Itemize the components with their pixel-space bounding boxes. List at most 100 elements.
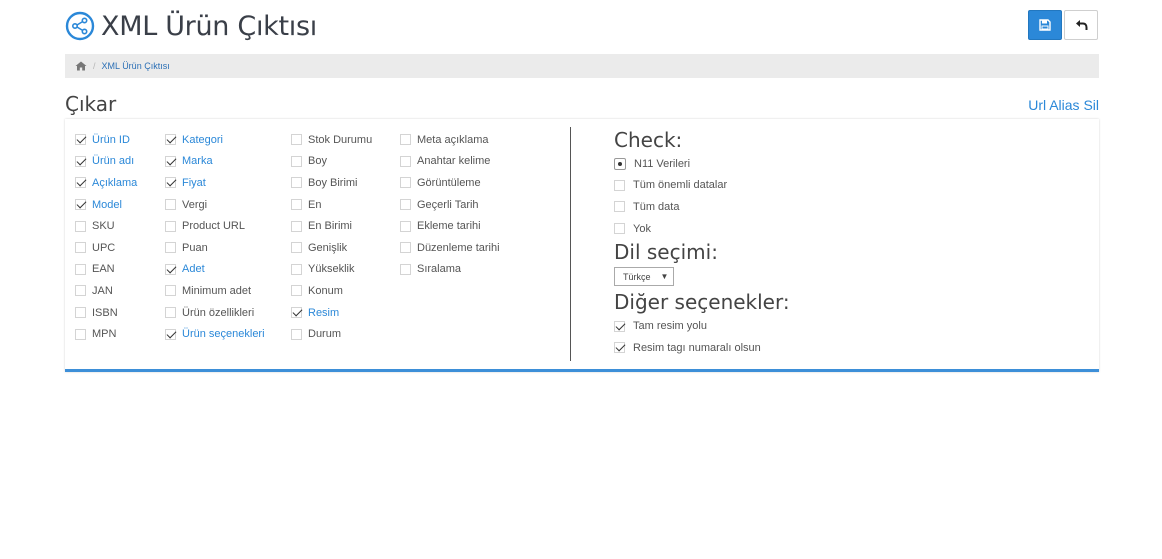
field-option[interactable]: Meta açıklama <box>400 129 500 151</box>
field-option[interactable]: Görüntüleme <box>400 172 500 194</box>
field-checkbox[interactable] <box>400 221 411 232</box>
field-option[interactable]: Kategori <box>165 129 265 151</box>
field-checkbox[interactable] <box>400 134 411 145</box>
field-option[interactable]: Sıralama <box>400 259 500 281</box>
field-option[interactable]: Geçerli Tarih <box>400 194 500 216</box>
field-option[interactable]: ISBN <box>75 302 137 324</box>
field-checkbox[interactable] <box>75 285 86 296</box>
field-checkbox[interactable] <box>165 177 176 188</box>
check-title: Check: <box>614 127 790 153</box>
field-checkbox[interactable] <box>165 285 176 296</box>
field-checkbox[interactable] <box>291 156 302 167</box>
field-option[interactable]: En Birimi <box>291 215 372 237</box>
breadcrumb-current[interactable]: XML Ürün Çıktısı <box>102 61 170 71</box>
field-checkbox[interactable] <box>75 264 86 275</box>
home-icon[interactable] <box>75 61 87 71</box>
field-option[interactable]: Minimum adet <box>165 280 265 302</box>
field-option[interactable]: Açıklama <box>75 172 137 194</box>
field-option[interactable]: Boy <box>291 151 372 173</box>
field-option[interactable]: JAN <box>75 280 137 302</box>
other-option-checkbox[interactable] <box>614 321 625 332</box>
field-checkbox[interactable] <box>165 264 176 275</box>
field-checkbox[interactable] <box>165 307 176 318</box>
field-checkbox[interactable] <box>165 329 176 340</box>
other-option-checkbox[interactable] <box>614 342 625 353</box>
field-option[interactable]: Model <box>75 194 137 216</box>
field-option[interactable]: Puan <box>165 237 265 259</box>
radio-unselected[interactable] <box>614 223 625 234</box>
field-option[interactable]: Ürün ID <box>75 129 137 151</box>
field-option[interactable]: UPC <box>75 237 137 259</box>
save-button[interactable] <box>1028 10 1062 40</box>
other-option-label: Tam resim yolu <box>633 320 707 332</box>
field-option[interactable]: Düzenleme tarihi <box>400 237 500 259</box>
field-option[interactable]: Stok Durumu <box>291 129 372 151</box>
field-checkbox[interactable] <box>400 242 411 253</box>
field-option[interactable]: Ürün adı <box>75 151 137 173</box>
field-checkbox[interactable] <box>291 221 302 232</box>
url-alias-delete-link[interactable]: Url Alias Sil <box>1028 97 1099 113</box>
field-checkbox[interactable] <box>75 134 86 145</box>
check-option[interactable]: Tüm önemli datalar <box>614 175 790 197</box>
field-option[interactable]: Boy Birimi <box>291 172 372 194</box>
field-option[interactable]: Durum <box>291 323 372 345</box>
field-checkbox[interactable] <box>165 221 176 232</box>
field-option[interactable]: Konum <box>291 280 372 302</box>
field-checkbox[interactable] <box>75 329 86 340</box>
check-option[interactable]: Yok <box>614 218 790 240</box>
field-checkbox[interactable] <box>291 177 302 188</box>
field-option[interactable]: Marka <box>165 151 265 173</box>
field-label: Marka <box>182 155 213 167</box>
field-checkbox[interactable] <box>165 134 176 145</box>
field-option[interactable]: Product URL <box>165 215 265 237</box>
field-checkbox[interactable] <box>165 156 176 167</box>
field-checkbox[interactable] <box>400 199 411 210</box>
other-option[interactable]: Tam resim yolu <box>614 315 790 337</box>
field-label: Ürün seçenekleri <box>182 328 265 340</box>
field-checkbox[interactable] <box>75 221 86 232</box>
field-option[interactable]: EAN <box>75 259 137 281</box>
other-option[interactable]: Resim tagı numaralı olsun <box>614 337 790 359</box>
radio-selected[interactable] <box>614 158 626 170</box>
field-checkbox[interactable] <box>75 242 86 253</box>
field-checkbox[interactable] <box>400 177 411 188</box>
language-select[interactable]: Türkçe ▼ <box>614 267 674 286</box>
field-option[interactable]: Genişlik <box>291 237 372 259</box>
field-option[interactable]: Vergi <box>165 194 265 216</box>
field-checkbox[interactable] <box>291 285 302 296</box>
field-option[interactable]: MPN <box>75 323 137 345</box>
undo-icon <box>1075 19 1088 31</box>
field-checkbox[interactable] <box>400 264 411 275</box>
field-checkbox[interactable] <box>75 156 86 167</box>
field-option[interactable]: Adet <box>165 259 265 281</box>
check-option[interactable]: N11 Verileri <box>614 153 790 175</box>
field-option[interactable]: En <box>291 194 372 216</box>
field-checkbox[interactable] <box>291 199 302 210</box>
field-checkbox[interactable] <box>291 329 302 340</box>
field-option[interactable]: Ürün seçenekleri <box>165 323 265 345</box>
field-checkbox[interactable] <box>291 242 302 253</box>
field-checkbox[interactable] <box>75 307 86 318</box>
field-checkbox[interactable] <box>165 242 176 253</box>
field-checkbox[interactable] <box>291 307 302 318</box>
field-checkbox[interactable] <box>400 156 411 167</box>
radio-unselected[interactable] <box>614 180 625 191</box>
field-option[interactable]: Ürün özellikleri <box>165 302 265 324</box>
field-checkbox[interactable] <box>75 177 86 188</box>
radio-unselected[interactable] <box>614 201 625 212</box>
field-checkbox[interactable] <box>291 134 302 145</box>
field-option[interactable]: Yükseklik <box>291 259 372 281</box>
field-label: Vergi <box>182 199 207 211</box>
field-option[interactable]: SKU <box>75 215 137 237</box>
field-option[interactable]: Ekleme tarihi <box>400 215 500 237</box>
field-checkbox[interactable] <box>291 264 302 275</box>
field-checkbox[interactable] <box>75 199 86 210</box>
field-column: Kategori Marka Fiyat Vergi Product URLPuanAd… <box>165 129 265 345</box>
field-option[interactable]: Anahtar kelime <box>400 151 500 173</box>
check-option[interactable]: Tüm data <box>614 196 790 218</box>
field-label: Boy Birimi <box>308 177 358 189</box>
field-checkbox[interactable] <box>165 199 176 210</box>
field-option[interactable]: Resim <box>291 302 372 324</box>
field-option[interactable]: Fiyat <box>165 172 265 194</box>
back-button[interactable] <box>1064 10 1098 40</box>
